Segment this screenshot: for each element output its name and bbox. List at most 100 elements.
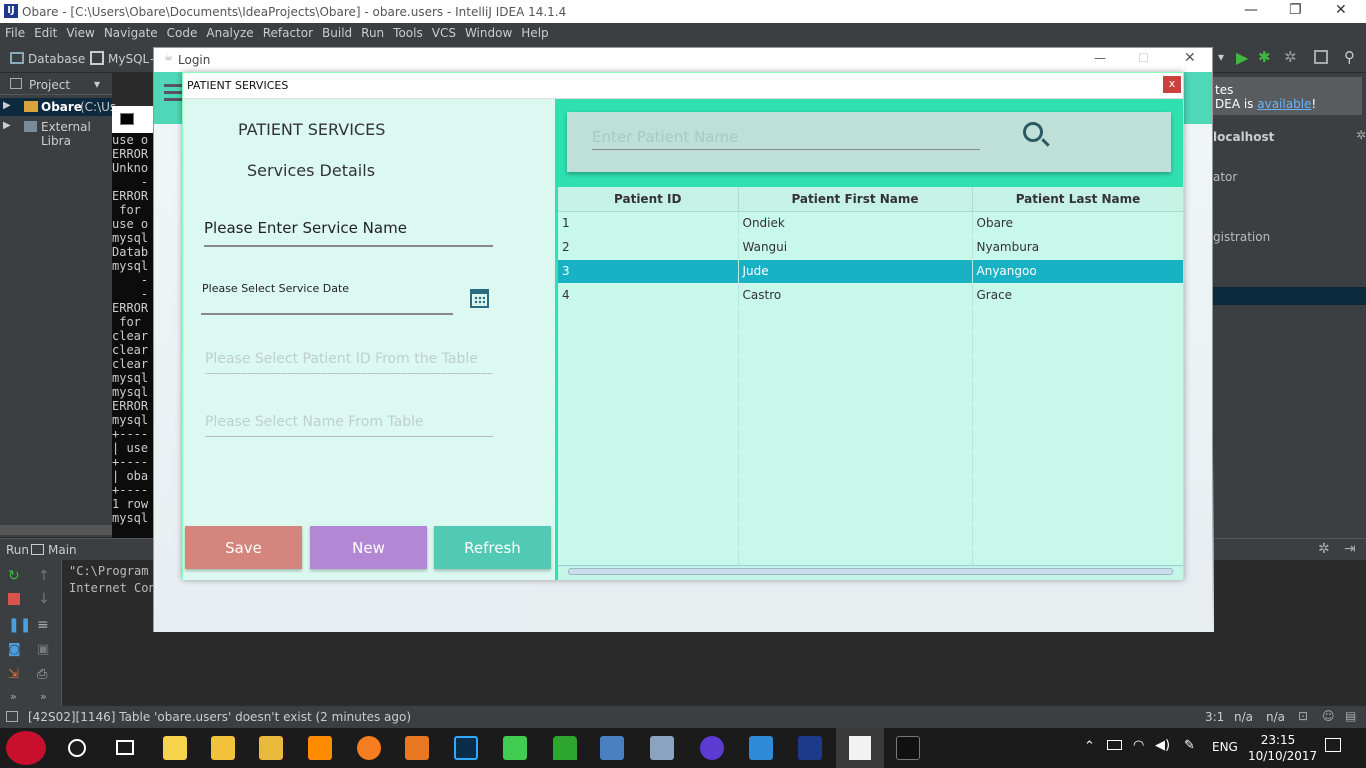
lock-icon[interactable]: ⊡ [1298, 709, 1308, 723]
restore-icon[interactable]: ❐ [1289, 2, 1302, 18]
tree-node-ator[interactable]: ator [1213, 170, 1237, 184]
table-row[interactable]: 4 Castro Grace [558, 283, 1183, 308]
structure-icon[interactable] [1314, 50, 1328, 64]
tree-item-obare[interactable]: ▶ Obare (C:\Us [0, 98, 116, 116]
cell-last-name[interactable]: Anyangoo [972, 259, 1183, 284]
search-app-icon[interactable] [405, 736, 429, 760]
login-close-icon[interactable]: ✕ [1184, 50, 1196, 66]
horizontal-scrollbar[interactable] [0, 525, 112, 535]
patient-search-input[interactable]: Enter Patient Name [592, 128, 980, 146]
menu-build[interactable]: Build [317, 23, 356, 40]
sticky-notes-icon[interactable] [163, 736, 187, 760]
pause-icon[interactable]: ❚❚ [8, 617, 31, 633]
expand-icon[interactable]: ▶ [3, 120, 11, 131]
notifications-icon[interactable] [1325, 738, 1341, 752]
search-everywhere-icon[interactable]: ⚲ [1344, 48, 1355, 66]
project-label[interactable]: Project [29, 78, 70, 92]
menu-file[interactable]: File [0, 23, 29, 40]
cortana-icon[interactable] [68, 739, 86, 757]
run-settings-icon[interactable]: ✲ [1318, 541, 1330, 557]
printer-icon[interactable]: ⎙ [37, 667, 47, 682]
print-icon[interactable]: ▣ [37, 642, 49, 657]
debug-icon[interactable]: ✱ [1258, 48, 1271, 66]
task-view-icon[interactable] [116, 740, 134, 755]
network-app-icon[interactable] [600, 736, 624, 760]
photoshop-icon[interactable] [454, 736, 478, 760]
menu-edit[interactable]: Edit [29, 23, 61, 40]
menu-analyze[interactable]: Analyze [201, 23, 257, 40]
app-icon[interactable] [357, 736, 381, 760]
wrap-icon[interactable]: ≡ [37, 617, 49, 633]
kite-icon[interactable] [749, 736, 773, 760]
inspector-icon[interactable]: ☺ [1322, 709, 1335, 723]
mysql-console[interactable]: use o ERROR Unkno - ERROR for use o mysql Dat… [112, 133, 153, 558]
column-header-first-name[interactable]: Patient First Name [738, 187, 973, 212]
service-name-input[interactable]: Please Enter Service Name [204, 219, 494, 245]
update-link[interactable]: available [1257, 97, 1311, 111]
sublime-icon[interactable] [308, 736, 332, 760]
close-icon[interactable]: ✕ [1335, 2, 1347, 18]
exit-icon[interactable]: ⇲ [8, 667, 19, 682]
minimize-icon[interactable]: — [1244, 2, 1258, 18]
new-button[interactable]: New [310, 526, 427, 569]
dialog-close-button[interactable]: x [1163, 76, 1181, 93]
battery-icon[interactable] [1107, 740, 1122, 750]
patient-name-input[interactable]: Please Select Name From Table [205, 414, 495, 430]
cursor-position[interactable]: 3:1 [1205, 710, 1224, 724]
service-date-underline[interactable] [201, 313, 453, 315]
line-separator[interactable]: n/a [1234, 710, 1253, 724]
more-icon[interactable]: » [10, 690, 17, 703]
expand-icon[interactable]: ▶ [3, 100, 11, 111]
table-horizontal-scrollbar[interactable] [558, 565, 1183, 577]
menu-refactor[interactable]: Refactor [258, 23, 317, 40]
clock[interactable]: 23:15 10/10/2017 [1248, 732, 1317, 764]
volume-icon[interactable]: ◀) [1155, 738, 1170, 753]
menu-run[interactable]: Run [356, 23, 388, 40]
status-message[interactable]: [42S02][1146] Table 'obare.users' doesn'… [28, 710, 411, 724]
column-header-id[interactable]: Patient ID [558, 187, 739, 212]
coverage-icon[interactable]: ✲ [1284, 48, 1297, 66]
table-row[interactable]: 2 Wangui Nyambura [558, 235, 1183, 260]
table-row[interactable]: 1 Ondiek Obare [558, 211, 1183, 236]
monitor-icon[interactable] [650, 736, 674, 760]
more-icon-2[interactable]: » [40, 690, 47, 703]
mysql-console-icon[interactable] [896, 736, 920, 760]
refresh-button[interactable]: Refresh [434, 526, 551, 569]
camera-icon[interactable]: ◙ [8, 642, 21, 657]
firefox-icon[interactable] [700, 736, 724, 760]
run-tab[interactable]: Run [6, 543, 29, 557]
selected-tree-row[interactable] [1213, 287, 1366, 305]
cell-first-name[interactable]: Ondiek [738, 211, 973, 236]
dropdown-icon[interactable]: ▾ [1218, 50, 1224, 64]
localhost-node[interactable]: localhost [1213, 130, 1274, 144]
menu-code[interactable]: Code [162, 23, 202, 40]
folder-icon[interactable] [259, 736, 283, 760]
login-minimize-icon[interactable]: — [1094, 51, 1106, 65]
cell-first-name[interactable]: Jude [738, 259, 973, 284]
run-icon[interactable]: ▶ [1236, 48, 1248, 67]
qt-icon[interactable] [503, 736, 527, 760]
search-icon[interactable] [1023, 122, 1043, 142]
cell-last-name[interactable]: Nyambura [972, 235, 1183, 260]
menu-tools[interactable]: Tools [388, 23, 427, 40]
menu-vcs[interactable]: VCS [427, 23, 460, 40]
project-dropdown-icon[interactable]: ▾ [94, 77, 100, 91]
stop-icon[interactable] [8, 593, 20, 605]
table-row-selected[interactable]: 3 Jude Anyangoo [558, 259, 1183, 284]
intellij-taskbar-icon[interactable] [798, 736, 822, 760]
breadcrumb-database[interactable]: Database [28, 52, 85, 66]
menu-window[interactable]: Window [460, 23, 516, 40]
file-explorer-icon[interactable] [211, 736, 235, 760]
main-tab[interactable]: Main [48, 543, 77, 557]
column-header-last-name[interactable]: Patient Last Name [972, 187, 1183, 212]
tree-item-external[interactable]: ▶ External Libra [0, 118, 112, 148]
patient-id-input[interactable]: Please Select Patient ID From the Table [205, 351, 495, 367]
pen-icon[interactable]: ✎ [1184, 738, 1195, 753]
rerun-icon[interactable]: ↻ [8, 568, 20, 584]
pipe-icon[interactable] [553, 736, 577, 760]
cell-id[interactable]: 1 [558, 211, 739, 236]
breadcrumb-mysql[interactable]: MySQL [108, 52, 149, 66]
cell-first-name[interactable]: Wangui [738, 235, 973, 260]
menu-help[interactable]: Help [516, 23, 552, 40]
tray-expand-icon[interactable]: ⌃ [1084, 739, 1095, 754]
